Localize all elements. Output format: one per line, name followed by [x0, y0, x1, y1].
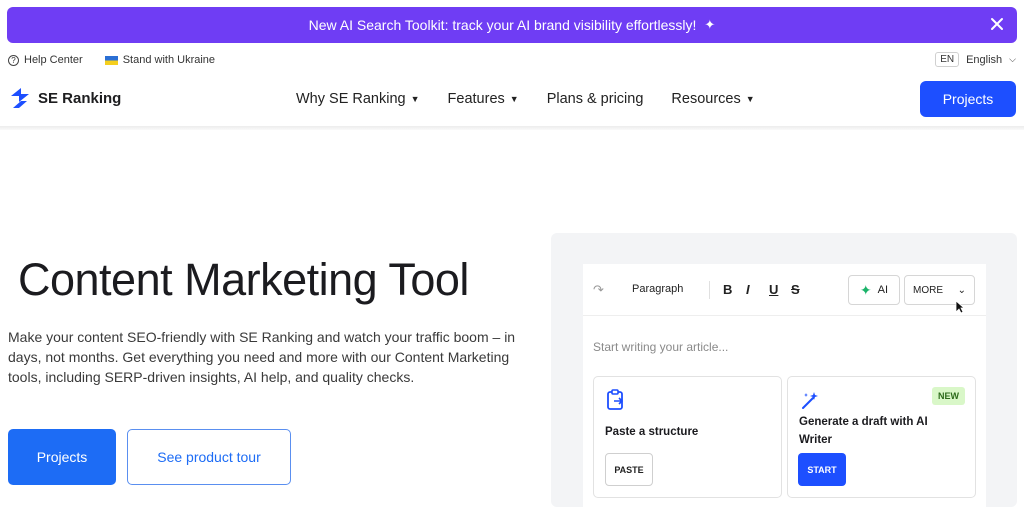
clipboard-paste-icon — [607, 389, 624, 410]
redo-icon[interactable]: ↷ — [593, 282, 604, 298]
ai-label: AI — [877, 284, 889, 296]
ai-writer-card: NEW Generate a draft with AI Writer STAR… — [787, 376, 976, 498]
chevron-down-icon: ▼ — [509, 94, 519, 104]
start-button[interactable]: START — [798, 453, 846, 486]
logo[interactable]: SE Ranking — [9, 86, 121, 110]
utility-bar: ? Help Center Stand with Ukraine EN Engl… — [8, 52, 1016, 70]
close-icon[interactable] — [987, 14, 1007, 34]
page-title: Content Marketing Tool — [18, 254, 469, 305]
projects-button-header[interactable]: Projects — [920, 81, 1016, 117]
mouse-pointer-icon — [955, 300, 965, 314]
article-placeholder[interactable]: Start writing your article... — [593, 340, 728, 354]
ukraine-label: Stand with Ukraine — [122, 54, 216, 66]
header-divider — [0, 126, 1024, 130]
product-tour-button[interactable]: See product tour — [127, 429, 291, 485]
toolbar-divider — [709, 281, 710, 299]
chevron-down-icon: ▼ — [745, 94, 755, 104]
chevron-down-icon: ⌄ — [957, 284, 966, 296]
nav-label: Resources — [671, 91, 741, 107]
promo-text[interactable]: New AI Search Toolkit: track your AI bra… — [309, 17, 697, 33]
paste-structure-card: Paste a structure PASTE — [593, 376, 782, 498]
main-header: SE Ranking Why SE Ranking ▼ Features ▼ P… — [0, 78, 1024, 126]
editor-mockup: ↷ Paragraph B I U S ✦ AI MORE ⌄ Start wr… — [583, 264, 986, 508]
editor-toolbar: ↷ Paragraph B I U S ✦ AI MORE ⌄ — [583, 264, 986, 316]
magic-wand-icon — [802, 392, 818, 409]
help-icon: ? — [8, 54, 19, 66]
language-code: EN — [935, 52, 960, 67]
nav-features[interactable]: Features ▼ — [448, 91, 519, 107]
paste-button[interactable]: PASTE — [605, 453, 653, 486]
card-title: Generate a draft with AI Writer — [799, 416, 928, 446]
help-center-link[interactable]: ? Help Center — [8, 54, 83, 66]
italic-button[interactable]: I — [746, 282, 750, 297]
main-nav: Why SE Ranking ▼ Features ▼ Plans & pric… — [296, 91, 755, 107]
ukraine-flag-icon — [104, 55, 118, 65]
new-badge: NEW — [932, 387, 965, 405]
bold-button[interactable]: B — [723, 282, 732, 297]
underline-button[interactable]: U — [769, 282, 778, 297]
nav-label: Features — [447, 91, 505, 107]
nav-label: Plans & pricing — [546, 91, 644, 107]
promo-banner[interactable]: New AI Search Toolkit: track your AI bra… — [7, 7, 1017, 43]
paragraph-style-select[interactable]: Paragraph — [632, 283, 683, 295]
chevron-down-icon: ▼ — [410, 94, 420, 104]
help-center-label: Help Center — [24, 54, 83, 66]
stand-with-ukraine-link[interactable]: Stand with Ukraine — [104, 54, 216, 66]
nav-why-se-ranking[interactable]: Why SE Ranking ▼ — [296, 91, 420, 107]
nav-plans-pricing[interactable]: Plans & pricing — [547, 91, 644, 107]
se-ranking-logo-icon — [11, 88, 29, 108]
logo-text: SE Ranking — [38, 89, 122, 107]
language-selector[interactable]: EN English ⌵ — [935, 52, 1016, 67]
chevron-down-icon: ⌵ — [1009, 54, 1016, 64]
ai-button[interactable]: ✦ AI — [848, 275, 900, 305]
sparkle-icon: ✦ — [704, 17, 716, 32]
nav-label: Why SE Ranking — [296, 91, 406, 107]
nav-resources[interactable]: Resources ▼ — [671, 91, 754, 107]
language-name: English — [966, 53, 1003, 66]
hero-description: Make your content SEO-friendly with SE R… — [8, 329, 516, 385]
more-label: MORE — [913, 284, 943, 296]
ai-sparkle-icon: ✦ — [859, 281, 872, 298]
strikethrough-button[interactable]: S — [791, 282, 800, 297]
projects-button-hero[interactable]: Projects — [8, 429, 116, 485]
card-title: Paste a structure — [605, 426, 699, 438]
